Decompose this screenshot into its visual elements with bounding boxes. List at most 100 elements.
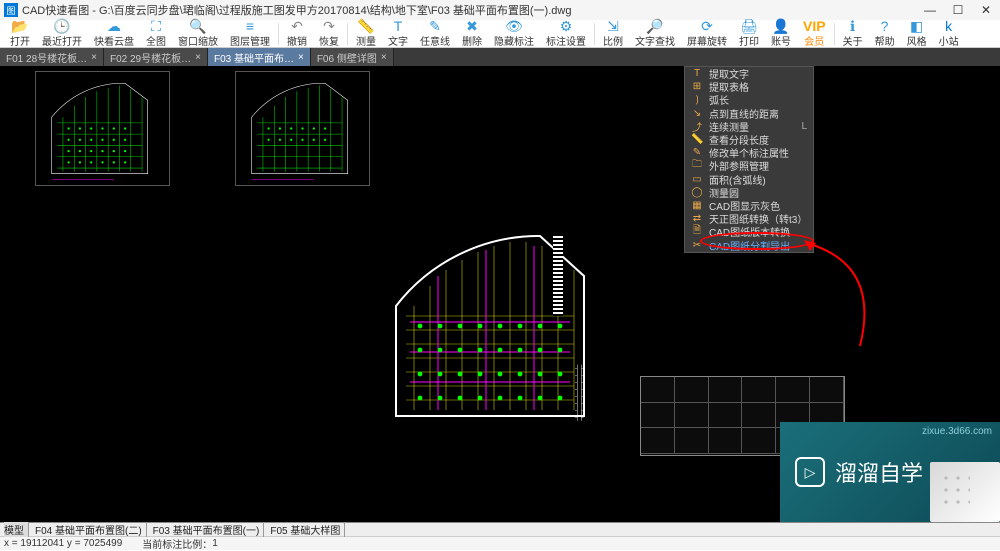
drawing-thumbnail-1 (35, 71, 170, 186)
toolbar-icon: 🕒 (53, 19, 70, 33)
menu-item-查看分段长度[interactable]: 📏查看分段长度 (685, 133, 813, 146)
toolbar-标注设置[interactable]: ⚙标注设置 (540, 19, 592, 48)
toolbar-打开[interactable]: 📂打开 (4, 19, 36, 48)
drawing-dimension-marks: ┤├┤├┤├┤├┤├┤├┤├┤├ (575, 366, 584, 422)
menu-item-连续测量[interactable]: ⤴连续测量L (685, 120, 813, 133)
menu-item-提取表格[interactable]: ⊞提取表格 (685, 80, 813, 93)
toolbar-label: 文字 (388, 33, 408, 48)
toolbar-icon: T (394, 19, 403, 33)
layout-tab-model[interactable]: 模型 (4, 522, 29, 537)
status-bar: x = 19112041 y = 7025499 当前标注比例： 1 (0, 536, 1000, 550)
toolbar-separator (834, 23, 835, 45)
document-tab[interactable]: F06 侧壁详图 × (311, 48, 394, 66)
menu-item-面积(含弧线)[interactable]: ▭面积(含弧线) (685, 173, 813, 186)
toolbar-label: 恢复 (319, 33, 339, 48)
toolbar-全图[interactable]: ⛶全图 (140, 19, 172, 48)
menu-item-点到直线的距离[interactable]: ↘点到直线的距离 (685, 107, 813, 120)
toolbar-隐藏标注[interactable]: 👁隐藏标注 (488, 19, 540, 48)
toolbar-icon: 🖨 (740, 19, 758, 33)
watermark-url: zixue.3d66.com (922, 426, 992, 437)
toolbar-icon: ⛶ (151, 19, 161, 33)
toolbar-icon: ↶ (291, 19, 303, 33)
toolbar-label: 会员 (804, 33, 824, 48)
toolbar-label: 风格 (907, 33, 927, 48)
toolbar-比例[interactable]: ⇲比例 (597, 19, 629, 48)
menu-item-icon: T (691, 68, 703, 79)
menu-item-CAD图显示灰色[interactable]: ▦CAD图显示灰色 (685, 199, 813, 212)
toolbar-最近打开[interactable]: 🕒最近打开 (36, 19, 88, 48)
menu-item-修改单个标注属性[interactable]: ✎修改单个标注属性 (685, 146, 813, 159)
toolbar-label: 隐藏标注 (494, 33, 534, 48)
toolbar-icon: VIP (803, 19, 826, 33)
vip-dropdown-menu: T提取文字⊞提取表格⟯弧长↘点到直线的距离⤴连续测量L📏查看分段长度✎修改单个标… (684, 66, 814, 253)
toolbar-icon: 📂 (11, 19, 28, 33)
play-icon: ▷ (795, 457, 825, 487)
tab-close-icon[interactable]: × (298, 52, 304, 63)
toolbar-icon: ? (881, 19, 889, 33)
toolbar-icon: ℹ (850, 19, 855, 33)
toolbar-图层管理[interactable]: ≡图层管理 (224, 19, 276, 48)
toolbar-separator (347, 23, 348, 45)
toolbar-文字查找[interactable]: 🔎文字查找 (629, 19, 681, 48)
drawing-canvas[interactable]: ┤├┤├┤├┤├┤├┤├┤├┤├ T提取文字⊞提取表格⟯弧长↘点到直线的距离⤴连… (0, 66, 1000, 522)
toolbar-恢复[interactable]: ↷恢复 (313, 19, 345, 48)
layout-tab[interactable]: F03 基础平面布置图(一) (153, 522, 265, 537)
menu-item-icon: ⊞ (691, 81, 703, 92)
layout-tab[interactable]: F05 基础大样图 (270, 522, 345, 537)
toolbar-会员[interactable]: VIP会员 (797, 19, 832, 48)
close-button[interactable]: ✕ (972, 0, 1000, 20)
tab-label: F06 侧壁详图 (317, 50, 377, 65)
toolbar-label: 账号 (771, 33, 791, 48)
tab-close-icon[interactable]: × (195, 52, 201, 63)
window-controls: — ☐ ✕ (916, 0, 1000, 20)
document-tab[interactable]: F01 28号楼花板…× (0, 48, 104, 66)
toolbar-账号[interactable]: 👤账号 (765, 19, 797, 48)
menu-item-icon: ⤴ (691, 119, 703, 134)
layout-tab[interactable]: F04 基础平面布置图(二) (35, 522, 147, 537)
toolbar-关于[interactable]: ℹ关于 (837, 19, 869, 48)
toolbar-label: 撤销 (287, 33, 307, 48)
menu-item-icon: ◯ (691, 187, 703, 198)
toolbar-label: 图层管理 (230, 33, 270, 48)
toolbar-帮助[interactable]: ?帮助 (869, 19, 901, 48)
toolbar-icon: 🔎 (646, 19, 663, 33)
tab-close-icon[interactable]: × (91, 52, 97, 63)
menu-item-icon: 📏 (691, 134, 703, 145)
toolbar-label: 任意线 (420, 33, 450, 48)
document-tab[interactable]: F03 基础平面布…× (208, 48, 311, 66)
toolbar-icon: 👁 (505, 19, 523, 33)
toolbar-文字[interactable]: T文字 (382, 19, 414, 48)
drawing-thumbnail-2 (235, 71, 370, 186)
toolbar-小站[interactable]: k小站 (933, 19, 965, 48)
drawing-column-detail (553, 236, 563, 316)
toolbar-打印[interactable]: 🖨打印 (733, 19, 765, 48)
menu-item-弧长[interactable]: ⟯弧长 (685, 93, 813, 106)
toolbar-删除[interactable]: ✖删除 (456, 19, 488, 48)
watermark-text: 溜溜自学 (835, 456, 923, 488)
toolbar-icon: ✎ (429, 19, 441, 33)
toolbar-任意线[interactable]: ✎任意线 (414, 19, 456, 48)
toolbar-窗口缩放[interactable]: 🔍窗口缩放 (172, 19, 224, 48)
menu-item-天正图纸转换（转t3）[interactable]: ⇄天正图纸转换（转t3） (685, 212, 813, 225)
toolbar-风格[interactable]: ◧风格 (901, 19, 933, 48)
tab-close-icon[interactable]: × (381, 52, 387, 63)
avatar-photo (930, 462, 1000, 522)
toolbar-icon: k (945, 19, 952, 33)
menu-item-外部参照管理[interactable]: 🗀外部参照管理 (685, 159, 813, 172)
menu-item-测量圆[interactable]: ◯测量圆 (685, 186, 813, 199)
toolbar-icon: ☁ (107, 19, 121, 33)
toolbar-separator (278, 23, 279, 45)
maximize-button[interactable]: ☐ (944, 0, 972, 20)
menu-item-icon: ▦ (691, 200, 703, 211)
toolbar-icon: 🔍 (189, 19, 206, 33)
document-tab[interactable]: F02 29号楼花板… × (104, 48, 208, 66)
toolbar-icon: ⚙ (560, 19, 573, 33)
menu-item-提取文字[interactable]: T提取文字 (685, 67, 813, 80)
tab-label: F02 29号楼花板… (110, 50, 191, 65)
main-toolbar: 📂打开🕒最近打开☁快看云盘⛶全图🔍窗口缩放≡图层管理↶撤销↷恢复📏测量T文字✎任… (0, 20, 1000, 48)
toolbar-label: 比例 (603, 33, 623, 48)
toolbar-屏幕旋转[interactable]: ⟳屏幕旋转 (681, 19, 733, 48)
toolbar-撤销[interactable]: ↶撤销 (281, 19, 313, 48)
toolbar-快看云盘[interactable]: ☁快看云盘 (88, 19, 140, 48)
toolbar-测量[interactable]: 📏测量 (350, 19, 382, 48)
